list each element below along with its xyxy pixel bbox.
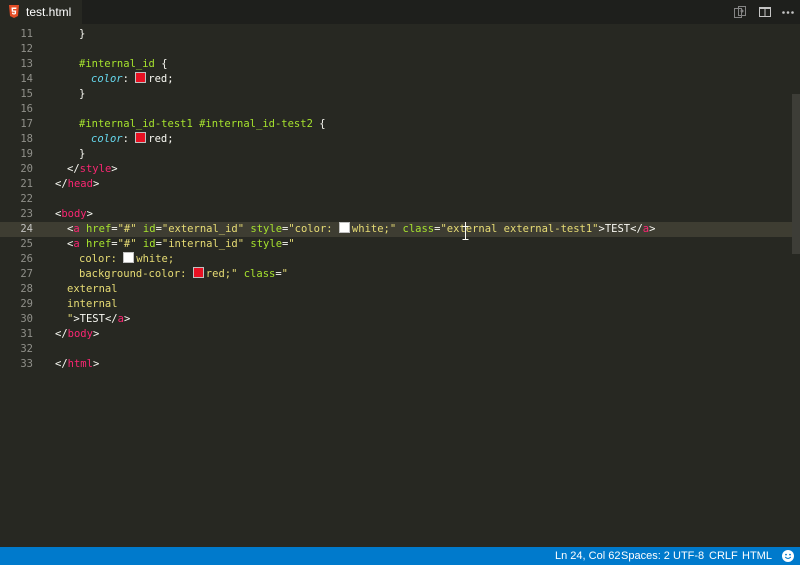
line-number: 12 xyxy=(20,43,33,55)
code-line: 26 color: white; xyxy=(0,252,792,267)
color-swatch-red[interactable] xyxy=(135,132,147,143)
line-number: 27 xyxy=(20,268,33,280)
code-line: 22 xyxy=(0,192,792,207)
html-anchor-line: <a href="#" id="external_id" style="colo… xyxy=(67,222,656,235)
tab-test-html[interactable]: test.html xyxy=(0,0,82,24)
line-number: 21 xyxy=(20,178,33,190)
line-number: 24 xyxy=(20,223,33,235)
style-value: color: white; xyxy=(79,252,175,265)
html-tag: <body> xyxy=(55,208,93,220)
code-line: 33 </html> xyxy=(0,357,792,372)
language-mode[interactable]: HTML xyxy=(742,550,772,562)
line-number: 13 xyxy=(20,58,33,70)
code-line: 20 </style> xyxy=(0,162,792,177)
color-swatch-white[interactable] xyxy=(338,222,350,233)
code-line: 28 external xyxy=(0,282,792,297)
eol-setting[interactable]: CRLF xyxy=(709,550,738,562)
tab-label: test.html xyxy=(26,5,72,19)
vertical-scrollbar[interactable] xyxy=(792,24,800,547)
html-tag: </style> xyxy=(67,163,118,175)
code-line: 18 color: red; xyxy=(0,132,792,147)
line-number: 14 xyxy=(20,73,33,85)
open-changes-icon[interactable] xyxy=(732,4,748,20)
line-number: 26 xyxy=(20,253,33,265)
line-number: 15 xyxy=(20,88,33,100)
line-number: 29 xyxy=(20,298,33,310)
split-editor-icon[interactable] xyxy=(757,4,773,20)
line-number: 28 xyxy=(20,283,33,295)
style-value: background-color: red;" class=" xyxy=(79,267,288,280)
code-line: 25 <a href="#" id="internal_id" style=" xyxy=(0,237,792,252)
smiley-icon[interactable] xyxy=(782,550,794,562)
code-line: 31 </body> xyxy=(0,327,792,342)
line-number: 32 xyxy=(20,343,33,355)
cursor-position[interactable]: Ln 24, Col 62 xyxy=(555,550,620,562)
code-line: 32 xyxy=(0,342,792,357)
code-editor[interactable]: 11 } 12 13 #internal_id { 14 color: red;… xyxy=(0,24,800,547)
html-tag: </body> xyxy=(55,328,100,340)
active-code-line: 24 <a href="#" id="external_id" style="c… xyxy=(0,222,792,237)
html-anchor-line: <a href="#" id="internal_id" style=" xyxy=(67,238,295,250)
closing-brace: } xyxy=(79,28,86,40)
line-number: 18 xyxy=(20,133,33,145)
closing-brace: } xyxy=(79,88,86,100)
line-number: 25 xyxy=(20,238,33,250)
encoding-setting[interactable]: UTF-8 xyxy=(673,550,704,562)
code-line: 19 } xyxy=(0,147,792,162)
html-tag: </head> xyxy=(55,178,100,190)
ibeam-cursor-icon xyxy=(462,226,469,240)
line-number: 31 xyxy=(20,328,33,340)
line-number: 20 xyxy=(20,163,33,175)
line-number: 30 xyxy=(20,313,33,325)
line-number: 19 xyxy=(20,148,33,160)
class-value: external xyxy=(67,283,118,295)
line-number: 22 xyxy=(20,193,33,205)
line-number: 16 xyxy=(20,103,33,115)
html-tag: </html> xyxy=(55,358,100,370)
line-number: 11 xyxy=(20,28,33,40)
code-line: 13 #internal_id { xyxy=(0,57,792,72)
code-line: 21 </head> xyxy=(0,177,792,192)
color-swatch-white[interactable] xyxy=(123,252,135,263)
css-rule-start: #internal_id { xyxy=(79,58,168,70)
line-number: 23 xyxy=(20,208,33,220)
color-swatch-red[interactable] xyxy=(135,72,147,83)
code-line: 23 <body> xyxy=(0,207,792,222)
css-rule-start: #internal_id-test1 #internal_id-test2 { xyxy=(79,118,326,130)
css-declaration: color: red; xyxy=(91,72,174,85)
html5-icon xyxy=(9,5,19,18)
code-line: 12 xyxy=(0,42,792,57)
line-number: 17 xyxy=(20,118,33,130)
code-line: 29 internal xyxy=(0,297,792,312)
indentation-setting[interactable]: Spaces: 2 xyxy=(621,550,670,562)
code-line: 15 } xyxy=(0,87,792,102)
code-line: 16 xyxy=(0,102,792,117)
closing-brace: } xyxy=(79,148,86,160)
line-number: 33 xyxy=(20,358,33,370)
scrollbar-thumb[interactable] xyxy=(792,94,800,254)
code-line: 17 #internal_id-test1 #internal_id-test2… xyxy=(0,117,792,132)
more-actions-icon[interactable] xyxy=(780,4,796,20)
class-value: internal xyxy=(67,298,118,310)
html-anchor-close: ">TEST</a> xyxy=(67,313,131,325)
code-line: 27 background-color: red;" class=" xyxy=(0,267,792,282)
editor-tab-bar: test.html xyxy=(0,0,800,24)
code-line: 11 } xyxy=(0,27,792,42)
css-declaration: color: red; xyxy=(91,132,174,145)
code-line: 30 ">TEST</a> xyxy=(0,312,792,327)
color-swatch-red[interactable] xyxy=(192,267,204,278)
status-bar: Ln 24, Col 62 Spaces: 2 UTF-8 CRLF HTML xyxy=(0,547,800,565)
code-line: 14 color: red; xyxy=(0,72,792,87)
